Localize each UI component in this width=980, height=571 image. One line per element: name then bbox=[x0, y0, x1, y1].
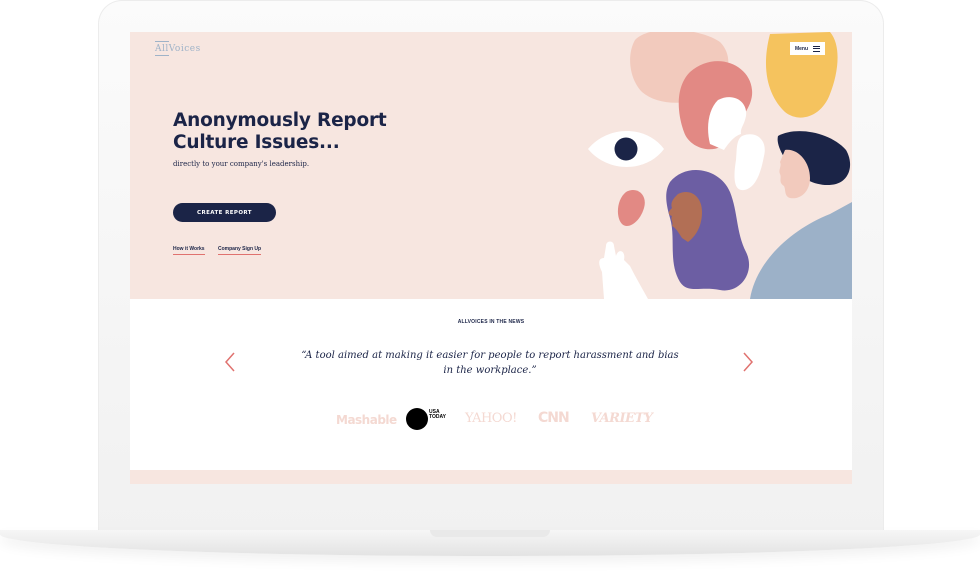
brand-logo[interactable]: AllVoices bbox=[155, 41, 201, 56]
chevron-left-icon[interactable] bbox=[222, 350, 238, 374]
coral-small-blob bbox=[617, 189, 645, 227]
blue-shape bbox=[750, 202, 852, 299]
news-quote: “A tool aimed at making it easier for pe… bbox=[301, 350, 679, 376]
usa-today-logo-text: USA TODAY bbox=[429, 409, 446, 420]
menu-button[interactable]: Menu bbox=[790, 42, 825, 55]
usa-today-logo-circle bbox=[406, 408, 428, 430]
mashable-logo: Mashable bbox=[336, 413, 397, 427]
white-pill-blob bbox=[734, 134, 765, 191]
hero-section: AllVoices Menu Anonymously Report Cultur… bbox=[130, 32, 852, 299]
company-sign-up-link[interactable]: Company Sign Up bbox=[218, 246, 262, 255]
logo-underline bbox=[155, 55, 169, 56]
logo-text: AllVoices bbox=[155, 44, 201, 54]
press-logos: Mashable USA TODAY YAHOO! CNN VARIETY bbox=[130, 404, 852, 434]
browser-screen: AllVoices Menu Anonymously Report Cultur… bbox=[130, 32, 852, 484]
eye-pupil bbox=[614, 137, 638, 161]
create-report-button[interactable]: CREATE REPORT bbox=[173, 203, 276, 222]
hero-subheadline: directly to your company's leadership. bbox=[173, 160, 310, 168]
logo-overline bbox=[155, 41, 169, 42]
hamburger-icon bbox=[813, 45, 821, 52]
white-hand bbox=[599, 241, 648, 299]
next-section-strip bbox=[130, 470, 852, 484]
news-section-title: ALLVOICES IN THE NEWS bbox=[457, 319, 525, 325]
menu-label: Menu bbox=[794, 45, 809, 52]
chevron-right-icon[interactable] bbox=[740, 350, 756, 374]
variety-logo: VARIETY bbox=[591, 411, 653, 426]
hero-headline: Anonymously Report Culture Issues... bbox=[173, 110, 387, 153]
laptop-notch bbox=[430, 530, 550, 537]
how-it-works-link[interactable]: How it Works bbox=[173, 246, 205, 255]
yahoo-logo: YAHOO! bbox=[465, 411, 517, 426]
cnn-logo: CNN bbox=[538, 410, 570, 426]
